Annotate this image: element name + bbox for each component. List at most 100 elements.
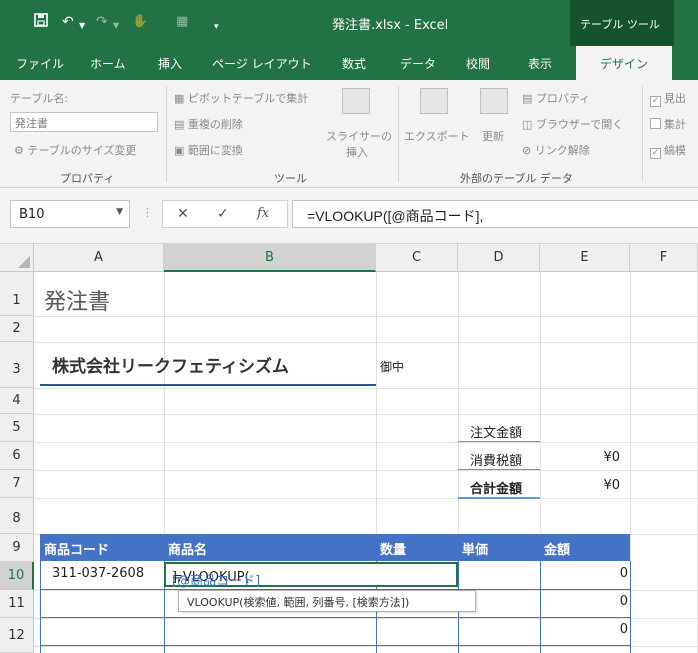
insert-slicer-button-line1[interactable]: スライサーの bbox=[326, 128, 392, 144]
tools-group-label: ツール bbox=[274, 172, 307, 185]
save-icon[interactable] bbox=[34, 12, 48, 32]
banded-rows-option[interactable]: ✓ 縞模 bbox=[650, 142, 686, 159]
unlink-button[interactable]: ⊘ リンク解除 bbox=[522, 142, 590, 158]
tab-file[interactable]: ファイル bbox=[16, 55, 64, 72]
redo-icon[interactable]: ↷ bbox=[96, 12, 108, 32]
gridline bbox=[34, 646, 698, 647]
ribbon-separator bbox=[166, 86, 167, 182]
resize-handle-icon[interactable]: ⋮ bbox=[142, 206, 153, 219]
form-icon[interactable]: ▦ bbox=[176, 12, 188, 32]
formula-text: =VLOOKUP([@商品コード], bbox=[307, 208, 484, 224]
gridline bbox=[34, 498, 698, 499]
tab-design[interactable]: デザイン bbox=[576, 46, 672, 80]
column-header-a[interactable]: A bbox=[34, 244, 164, 272]
row-header-4[interactable]: 4 bbox=[0, 388, 34, 414]
row-header-11[interactable]: 11 bbox=[0, 590, 34, 618]
redo-dropdown-icon[interactable]: ▼ bbox=[113, 16, 119, 36]
amount-cell-row11[interactable]: 0 bbox=[620, 594, 628, 609]
row-header-9[interactable]: 9 bbox=[0, 534, 34, 562]
tab-page-layout[interactable]: ページ レイアウト bbox=[212, 55, 312, 72]
header-row-option[interactable]: ✓ 見出 bbox=[650, 90, 686, 107]
header-amount[interactable]: 金額 bbox=[544, 539, 570, 558]
customize-qat-icon[interactable]: ▾ bbox=[214, 17, 219, 37]
row-header-3[interactable]: 3 bbox=[0, 342, 34, 388]
column-header-e[interactable]: E bbox=[540, 244, 630, 272]
export-button[interactable]: エクスポート bbox=[404, 128, 470, 144]
summarize-pivot-button[interactable]: ▦ ピボットテーブルで集計 bbox=[174, 90, 308, 106]
touch-mode-icon[interactable]: ✋ bbox=[132, 12, 148, 32]
table-border bbox=[40, 645, 630, 646]
select-all-button[interactable] bbox=[0, 244, 34, 272]
column-header-b[interactable]: B bbox=[164, 244, 376, 272]
row-header-1[interactable]: 1 bbox=[0, 272, 34, 316]
undo-dropdown-icon[interactable]: ▼ bbox=[79, 16, 85, 36]
checkbox-checked-icon: ✓ bbox=[650, 148, 661, 159]
open-in-browser-button[interactable]: ◫ ブラウザーで開く bbox=[522, 116, 623, 132]
unlink-icon: ⊘ bbox=[522, 144, 532, 157]
export-icon bbox=[420, 88, 448, 114]
remove-duplicates-button[interactable]: ▤ 重複の削除 bbox=[174, 116, 243, 132]
active-cell-b10[interactable]: =VLOOKUP([@商品コード]], bbox=[164, 562, 458, 589]
summarize-pivot-label: ピボットテーブルで集計 bbox=[187, 92, 309, 105]
cancel-icon[interactable]: ✕ bbox=[177, 206, 189, 222]
convert-to-range-button[interactable]: ▣ 範囲に変換 bbox=[174, 142, 243, 158]
formula-suffix: ], bbox=[172, 570, 182, 585]
honorific: 御中 bbox=[380, 360, 405, 374]
tab-formulas[interactable]: 数式 bbox=[342, 55, 366, 72]
row-header-5[interactable]: 5 bbox=[0, 414, 34, 442]
contextual-tab-label: テーブル ツール bbox=[580, 18, 660, 31]
header-product-code[interactable]: 商品コード bbox=[44, 539, 109, 558]
resize-icon: ⚙ bbox=[14, 144, 24, 157]
formula-input[interactable]: =VLOOKUP([@商品コード], bbox=[292, 200, 698, 228]
header-product-name[interactable]: 商品名 bbox=[168, 539, 207, 558]
tab-data[interactable]: データ bbox=[400, 55, 436, 72]
total-row-option[interactable]: 集計 bbox=[650, 116, 686, 132]
order-amount-label: 注文金額 bbox=[470, 426, 523, 441]
amount-cell-row12[interactable]: 0 bbox=[620, 622, 628, 637]
table-border bbox=[40, 561, 41, 653]
summary-underline bbox=[458, 441, 540, 442]
amount-cell-row10[interactable]: 0 bbox=[620, 566, 628, 581]
chevron-down-icon[interactable]: ▼ bbox=[116, 207, 123, 217]
checkbox-empty-icon bbox=[650, 118, 661, 129]
properties-button-label: プロパティ bbox=[535, 92, 591, 105]
insert-function-icon[interactable]: fx bbox=[257, 206, 269, 221]
ribbon-separator bbox=[398, 86, 399, 182]
insert-slicer-button-line2[interactable]: 挿入 bbox=[346, 144, 368, 160]
tab-view[interactable]: 表示 bbox=[528, 55, 552, 72]
worksheet-grid[interactable]: A B C D E F 1 2 3 4 5 6 7 8 9 10 11 12 発… bbox=[0, 244, 698, 653]
tab-home[interactable]: ホーム bbox=[90, 55, 126, 72]
pivot-icon: ▦ bbox=[174, 92, 185, 105]
gridline bbox=[34, 388, 698, 389]
table-name-input[interactable]: 発注書 bbox=[10, 112, 158, 132]
header-quantity[interactable]: 数量 bbox=[380, 539, 406, 558]
refresh-button[interactable]: 更新 bbox=[482, 128, 504, 144]
table-header-row bbox=[40, 534, 630, 561]
column-header-f[interactable]: F bbox=[630, 244, 698, 272]
row-header-7[interactable]: 7 bbox=[0, 470, 34, 498]
row-header-12[interactable]: 12 bbox=[0, 618, 34, 653]
header-unit-price[interactable]: 単価 bbox=[462, 539, 488, 558]
formula-buttons: ✕ ✓ fx bbox=[162, 200, 288, 228]
name-box[interactable]: B10 ▼ bbox=[10, 200, 130, 228]
total-amount-label: 合計金額 bbox=[470, 482, 523, 497]
tab-insert[interactable]: 挿入 bbox=[158, 55, 182, 72]
tab-review[interactable]: 校閲 bbox=[466, 55, 490, 72]
row-header-6[interactable]: 6 bbox=[0, 442, 34, 470]
properties-button[interactable]: ▤ プロパティ bbox=[522, 90, 590, 106]
column-header-d[interactable]: D bbox=[458, 244, 540, 272]
row-header-10[interactable]: 10 bbox=[0, 562, 34, 590]
enter-icon[interactable]: ✓ bbox=[217, 206, 229, 222]
undo-icon[interactable]: ↶ bbox=[62, 12, 74, 32]
row-header-8[interactable]: 8 bbox=[0, 498, 34, 534]
product-code-cell[interactable]: 311-037-2608 bbox=[52, 566, 144, 581]
properties-group-label: プロパティ bbox=[60, 172, 115, 185]
column-header-c[interactable]: C bbox=[376, 244, 458, 272]
resize-table-button[interactable]: ⚙ テーブルのサイズ変更 bbox=[14, 142, 136, 158]
tax-amount-label: 消費税額 bbox=[470, 454, 523, 469]
banded-rows-label: 縞模 bbox=[664, 144, 686, 157]
row-header-2[interactable]: 2 bbox=[0, 316, 34, 342]
properties-icon: ▤ bbox=[522, 92, 533, 105]
header-row-label: 見出 bbox=[664, 92, 686, 105]
ribbon: テーブル名: 発注書 ⚙ テーブルのサイズ変更 プロパティ ▦ ピボットテーブル… bbox=[0, 80, 698, 188]
